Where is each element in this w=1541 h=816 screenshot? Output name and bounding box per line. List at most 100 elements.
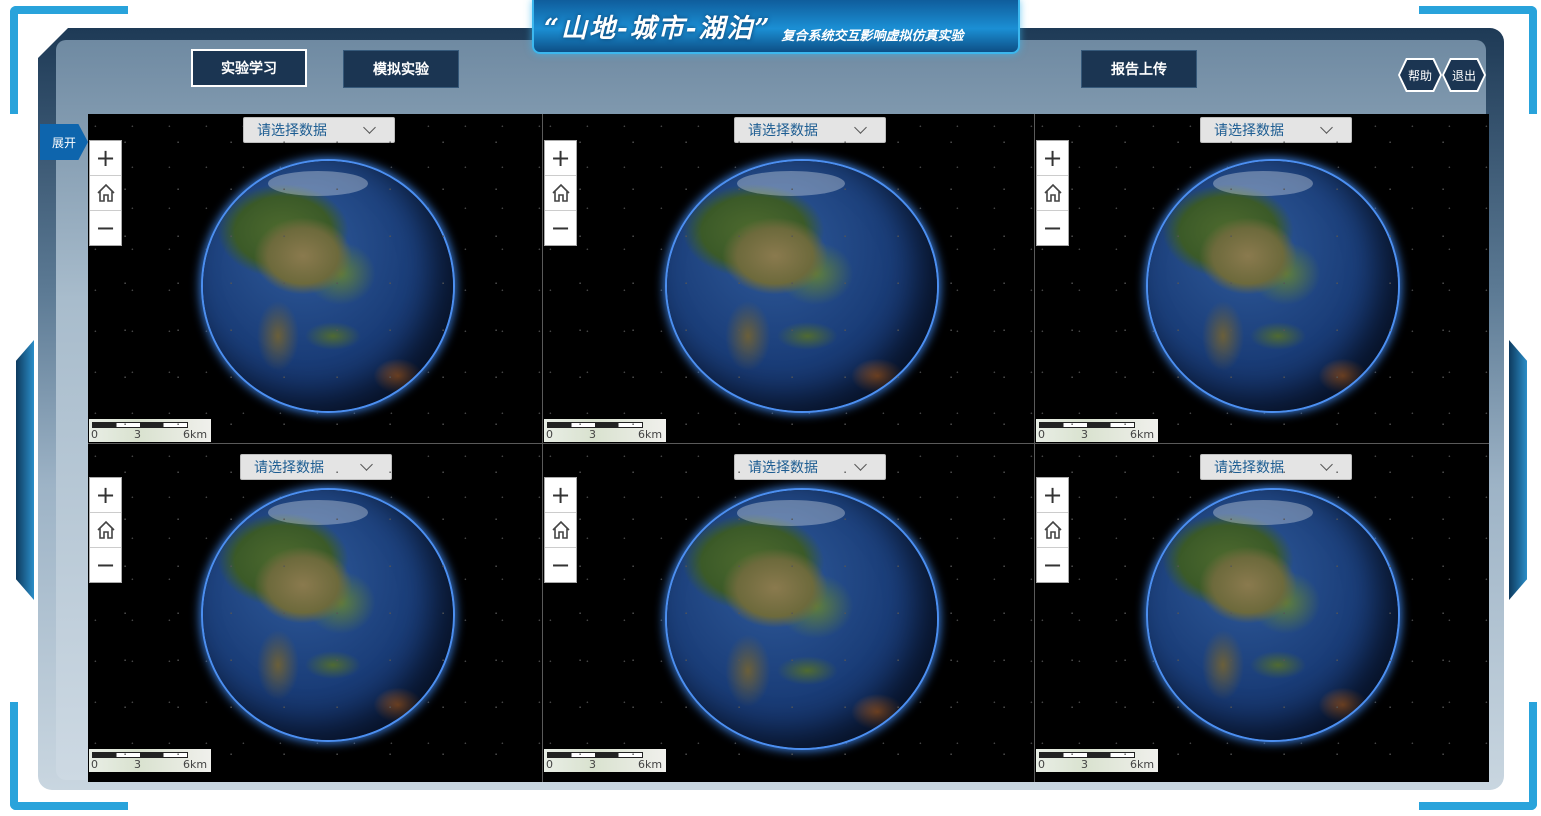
frame-side-left xyxy=(16,340,34,600)
zoom-in-button[interactable]: + xyxy=(90,478,121,513)
panel-divider xyxy=(1034,114,1035,782)
exit-button[interactable]: 退出 xyxy=(1444,60,1484,90)
chevron-down-icon xyxy=(1320,458,1333,471)
zoom-in-button[interactable]: + xyxy=(90,141,121,176)
zoom-in-button[interactable]: + xyxy=(1037,478,1068,513)
scale-label-0: 0 xyxy=(546,758,553,771)
home-button[interactable] xyxy=(545,176,576,211)
chevron-down-icon xyxy=(1320,121,1333,134)
scale-bar: 0 3 6km xyxy=(544,749,666,772)
zoom-controls: + − xyxy=(1036,477,1069,583)
scale-label-0: 0 xyxy=(1038,758,1045,771)
globe-view[interactable] xyxy=(203,161,453,411)
zoom-controls: + − xyxy=(544,140,577,246)
home-button[interactable] xyxy=(1037,176,1068,211)
help-button[interactable]: 帮助 xyxy=(1400,60,1440,90)
map-panel[interactable]: 请选择数据 + − 0 3 6km xyxy=(543,114,1034,443)
zoom-in-button[interactable]: + xyxy=(1037,141,1068,176)
simulate-button[interactable]: 模拟实验 xyxy=(343,50,459,88)
zoom-out-button[interactable]: − xyxy=(545,548,576,582)
title-banner: “山地-城市-湖泊” 复合系统交互影响虚拟仿真实验 xyxy=(532,0,1020,54)
home-button[interactable] xyxy=(90,513,121,548)
frame-corner-top-left xyxy=(10,6,128,114)
scale-label-6km: 6km xyxy=(1130,428,1155,441)
data-select-dropdown[interactable]: 请选择数据 xyxy=(1200,117,1352,143)
home-button[interactable] xyxy=(545,513,576,548)
map-panel[interactable]: 请选择数据 + − 0 3 6km xyxy=(1035,444,1489,782)
home-icon xyxy=(551,183,570,202)
dropdown-label: 请选择数据 xyxy=(748,123,818,139)
globe-view[interactable] xyxy=(203,490,453,740)
chevron-down-icon xyxy=(854,458,867,471)
scale-bar: 0 3 6km xyxy=(89,419,211,442)
zoom-in-button[interactable]: + xyxy=(545,141,576,176)
scale-label-6km: 6km xyxy=(638,428,663,441)
zoom-out-button[interactable]: − xyxy=(545,211,576,245)
home-button[interactable] xyxy=(90,176,121,211)
home-button[interactable] xyxy=(1037,513,1068,548)
globe-view[interactable] xyxy=(667,490,937,748)
chevron-down-icon xyxy=(360,458,373,471)
scale-label-0: 0 xyxy=(546,428,553,441)
frame-side-right xyxy=(1509,340,1527,600)
scale-label-0: 0 xyxy=(1038,428,1045,441)
scale-label-6km: 6km xyxy=(1130,758,1155,771)
scale-label-6km: 6km xyxy=(638,758,663,771)
zoom-out-button[interactable]: − xyxy=(90,548,121,582)
zoom-controls: + − xyxy=(1036,140,1069,246)
chevron-down-icon xyxy=(363,121,376,134)
dropdown-label: 请选择数据 xyxy=(1214,123,1284,139)
scale-label-3: 3 xyxy=(589,758,596,771)
dropdown-label: 请选择数据 xyxy=(748,460,818,476)
page-title: “山地-城市-湖泊” xyxy=(544,13,772,44)
home-icon xyxy=(1043,520,1062,539)
globe-view[interactable] xyxy=(1148,161,1398,411)
scale-label-3: 3 xyxy=(1081,428,1088,441)
map-panel[interactable]: 请选择数据 + − 0 3 6km xyxy=(543,444,1034,782)
scale-label-3: 3 xyxy=(134,428,141,441)
scale-bar: 0 3 6km xyxy=(544,419,666,442)
dropdown-label: 请选择数据 xyxy=(254,460,324,476)
page-subtitle: 复合系统交互影响虚拟仿真实验 xyxy=(781,28,964,44)
expand-panel-button[interactable]: 展开 xyxy=(40,124,88,160)
zoom-controls: + − xyxy=(89,477,122,583)
scale-label-6km: 6km xyxy=(183,428,208,441)
zoom-in-button[interactable]: + xyxy=(545,478,576,513)
chevron-down-icon xyxy=(854,121,867,134)
data-select-dropdown[interactable]: 请选择数据 xyxy=(240,454,392,480)
dropdown-label: 请选择数据 xyxy=(1214,460,1284,476)
data-select-dropdown[interactable]: 请选择数据 xyxy=(734,454,886,480)
data-select-dropdown[interactable]: 请选择数据 xyxy=(1200,454,1352,480)
home-icon xyxy=(551,520,570,539)
map-panel[interactable]: 请选择数据 + − 0 3 6km xyxy=(1035,114,1489,443)
map-panel[interactable]: 请选择数据 + − 0 3 6km xyxy=(88,114,542,443)
scale-label-3: 3 xyxy=(134,758,141,771)
scale-bar: 0 3 6km xyxy=(1036,749,1158,772)
home-icon xyxy=(1043,183,1062,202)
dropdown-label: 请选择数据 xyxy=(257,123,327,139)
zoom-out-button[interactable]: − xyxy=(1037,211,1068,245)
globe-view[interactable] xyxy=(1148,490,1398,740)
learn-button[interactable]: 实验学习 xyxy=(191,49,307,87)
scale-label-3: 3 xyxy=(1081,758,1088,771)
scale-label-0: 0 xyxy=(91,758,98,771)
scale-bar: 0 3 6km xyxy=(89,749,211,772)
scale-label-0: 0 xyxy=(91,428,98,441)
zoom-out-button[interactable]: − xyxy=(1037,548,1068,582)
map-panel[interactable]: 请选择数据 + − 0 3 6km xyxy=(88,444,542,782)
home-icon xyxy=(96,183,115,202)
data-select-dropdown[interactable]: 请选择数据 xyxy=(734,117,886,143)
zoom-out-button[interactable]: − xyxy=(90,211,121,245)
scale-bar: 0 3 6km xyxy=(1036,419,1158,442)
panel-divider xyxy=(88,443,1489,444)
globe-view[interactable] xyxy=(667,161,937,411)
scale-label-6km: 6km xyxy=(183,758,208,771)
zoom-controls: + − xyxy=(89,140,122,246)
home-icon xyxy=(96,520,115,539)
report-upload-button[interactable]: 报告上传 xyxy=(1081,50,1197,88)
zoom-controls: + − xyxy=(544,477,577,583)
scale-label-3: 3 xyxy=(589,428,596,441)
data-select-dropdown[interactable]: 请选择数据 xyxy=(243,117,395,143)
map-grid: 请选择数据 + − 0 3 6km 请选择数据 + − 0 3 6km 请选择数… xyxy=(88,114,1489,782)
panel-divider xyxy=(542,114,543,782)
